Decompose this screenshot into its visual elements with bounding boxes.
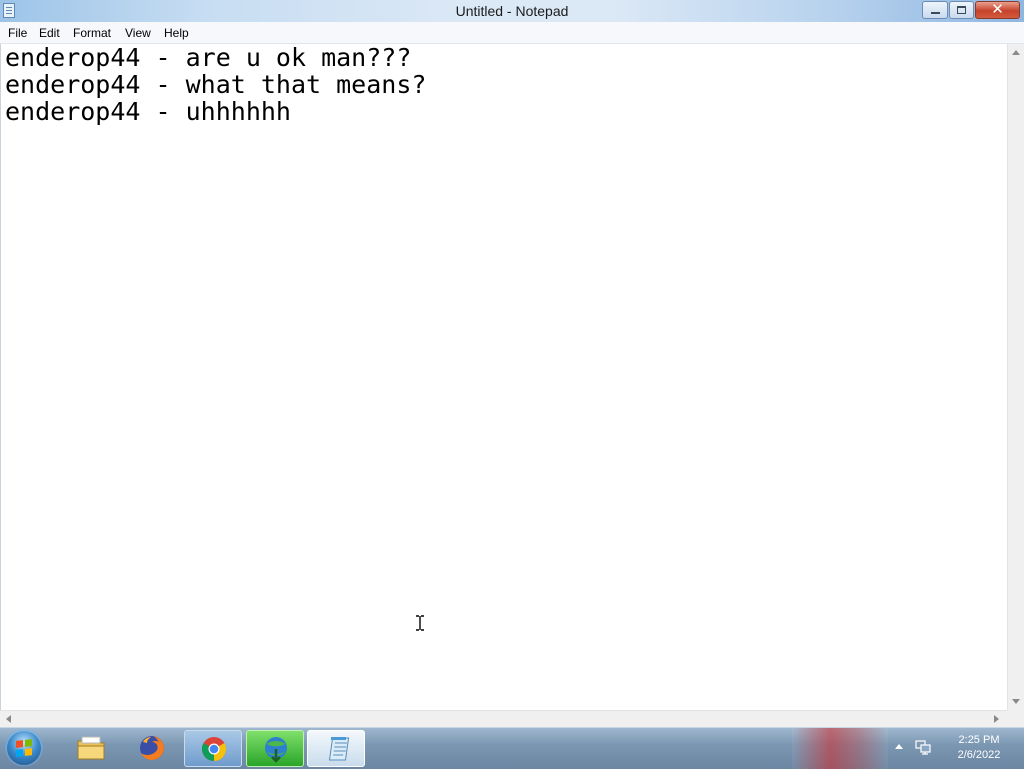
close-icon: ✕ <box>991 0 1004 18</box>
network-icon[interactable] <box>915 739 931 755</box>
firefox-icon <box>140 736 164 760</box>
text-cursor-icon <box>416 615 424 631</box>
menu-help[interactable]: Help <box>164 26 189 40</box>
idm-icon <box>265 737 287 763</box>
menu-format[interactable]: Format <box>73 26 111 40</box>
folder-icon <box>77 736 105 760</box>
menu-edit[interactable]: Edit <box>39 26 60 40</box>
taskbar-firefox-button[interactable] <box>123 730 181 767</box>
maximize-icon <box>957 6 966 14</box>
maximize-button[interactable] <box>949 1 974 19</box>
scroll-up-icon[interactable] <box>1012 50 1020 55</box>
clock-time: 2:25 PM <box>958 734 1000 746</box>
taskbar: 2:25 PM 2/6/2022 <box>0 727 1024 769</box>
title-bar[interactable]: Untitled - Notepad ✕ <box>0 0 1024 22</box>
scroll-left-icon[interactable] <box>6 715 11 723</box>
horizontal-scrollbar[interactable] <box>0 710 1007 727</box>
scrollbar-corner <box>1007 710 1024 727</box>
menu-view[interactable]: View <box>125 26 151 40</box>
text-line: enderop44 - are u ok man??? <box>5 43 412 72</box>
close-button[interactable]: ✕ <box>975 0 1020 19</box>
start-button[interactable] <box>5 729 43 767</box>
vertical-scrollbar[interactable] <box>1007 44 1024 710</box>
taskbar-notepad-button[interactable] <box>307 730 365 767</box>
minimize-icon <box>931 12 940 14</box>
text-editor[interactable]: enderop44 - are u ok man??? enderop44 - … <box>0 44 1007 710</box>
menu-bar: File Edit Format View Help <box>0 22 1024 44</box>
chrome-icon <box>201 737 227 761</box>
taskbar-idm-button[interactable] <box>246 730 304 767</box>
minimize-button[interactable] <box>922 1 948 19</box>
system-tray: 2:25 PM 2/6/2022 <box>880 728 1024 769</box>
menu-file[interactable]: File <box>8 26 27 40</box>
notepad-icon <box>328 737 350 761</box>
clock-date: 2/6/2022 <box>957 749 1001 761</box>
show-hidden-icons-icon[interactable] <box>895 744 903 749</box>
scroll-down-icon[interactable] <box>1012 699 1020 704</box>
window-title: Untitled - Notepad <box>455 3 569 19</box>
text-line: enderop44 - what that means? <box>5 70 427 99</box>
scroll-right-icon[interactable] <box>994 715 999 723</box>
clock[interactable]: 2:25 PM 2/6/2022 <box>938 733 1020 763</box>
blurred-region <box>792 728 888 769</box>
taskbar-chrome-button[interactable] <box>184 730 242 767</box>
taskbar-explorer-button[interactable] <box>62 730 120 767</box>
text-line: enderop44 - uhhhhhh <box>5 97 291 126</box>
